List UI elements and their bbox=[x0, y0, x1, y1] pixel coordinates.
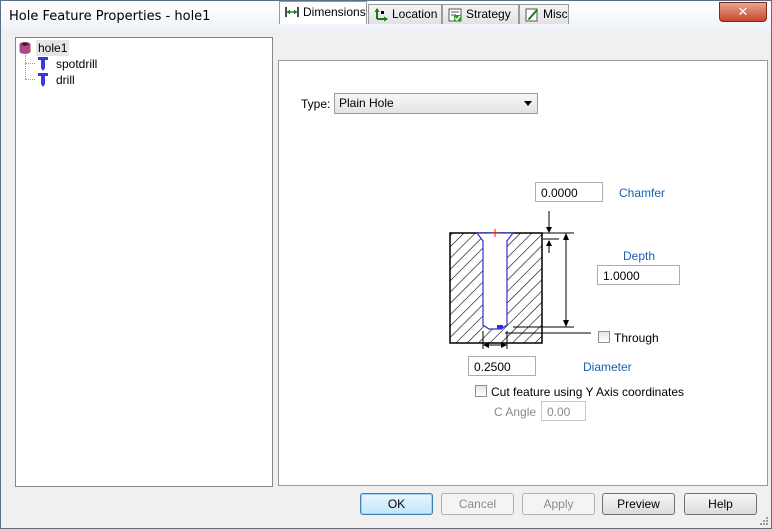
tab-strategy[interactable]: Strategy bbox=[442, 4, 519, 24]
c-angle-field: 0.00 bbox=[541, 401, 586, 421]
resize-grip-icon[interactable] bbox=[759, 516, 769, 526]
preview-button[interactable]: Preview bbox=[602, 493, 675, 515]
cut-y-axis-checkbox[interactable] bbox=[475, 385, 487, 397]
tree-item-label: spotdrill bbox=[56, 57, 98, 71]
apply-button: Apply bbox=[522, 493, 595, 515]
window-title: Hole Feature Properties - hole1 bbox=[9, 9, 211, 24]
dimensions-panel: Type: Plain Hole 0.0000 Chamfer Depth 1.… bbox=[278, 60, 768, 486]
dialog-window: Hole Feature Properties - hole1 ✕ hole1 … bbox=[0, 0, 772, 529]
tree-item-label: hole1 bbox=[36, 40, 70, 56]
type-select[interactable]: Plain Hole bbox=[334, 93, 538, 114]
hole-diagram bbox=[449, 211, 591, 349]
chevron-down-icon bbox=[524, 101, 532, 106]
through-checkbox[interactable] bbox=[598, 331, 610, 343]
tree-connector bbox=[25, 79, 35, 80]
chamfer-field[interactable]: 0.0000 bbox=[535, 182, 603, 202]
strategy-icon bbox=[448, 8, 462, 22]
diameter-field[interactable]: 0.2500 bbox=[468, 356, 536, 376]
tab-label: Location bbox=[392, 7, 438, 21]
dimensions-icon bbox=[285, 7, 299, 17]
tab-misc[interactable]: Misc bbox=[519, 4, 569, 24]
location-axes-icon bbox=[374, 8, 388, 22]
cancel-button: Cancel bbox=[441, 493, 514, 515]
type-label: Type: bbox=[301, 97, 331, 111]
tab-label: Misc bbox=[543, 7, 568, 21]
through-label: Through bbox=[614, 331, 659, 345]
tab-label: Dimensions bbox=[303, 5, 366, 19]
help-button[interactable]: Help bbox=[684, 493, 757, 515]
cut-y-axis-label: Cut feature using Y Axis coordinates bbox=[491, 385, 685, 399]
tab-dimensions[interactable]: Dimensions bbox=[279, 1, 367, 24]
drill-tool-icon bbox=[38, 73, 48, 87]
close-button[interactable]: ✕ bbox=[719, 2, 767, 22]
chamfer-label: Chamfer bbox=[619, 186, 666, 200]
type-select-value: Plain Hole bbox=[339, 96, 394, 110]
tree-connector bbox=[25, 63, 35, 64]
tree-item-label: drill bbox=[56, 73, 75, 87]
hole-feature-icon bbox=[19, 42, 31, 54]
ok-button[interactable]: OK bbox=[360, 493, 433, 515]
operation-tree[interactable]: hole1 spotdrill drill bbox=[15, 37, 273, 487]
tree-connector bbox=[25, 55, 26, 79]
diameter-label: Diameter bbox=[583, 360, 632, 374]
tab-label: Strategy bbox=[466, 7, 511, 21]
misc-edit-icon bbox=[525, 8, 538, 22]
tab-location[interactable]: Location bbox=[368, 4, 442, 24]
c-angle-label: C Angle bbox=[494, 405, 537, 419]
spotdrill-tool-icon bbox=[38, 57, 48, 71]
